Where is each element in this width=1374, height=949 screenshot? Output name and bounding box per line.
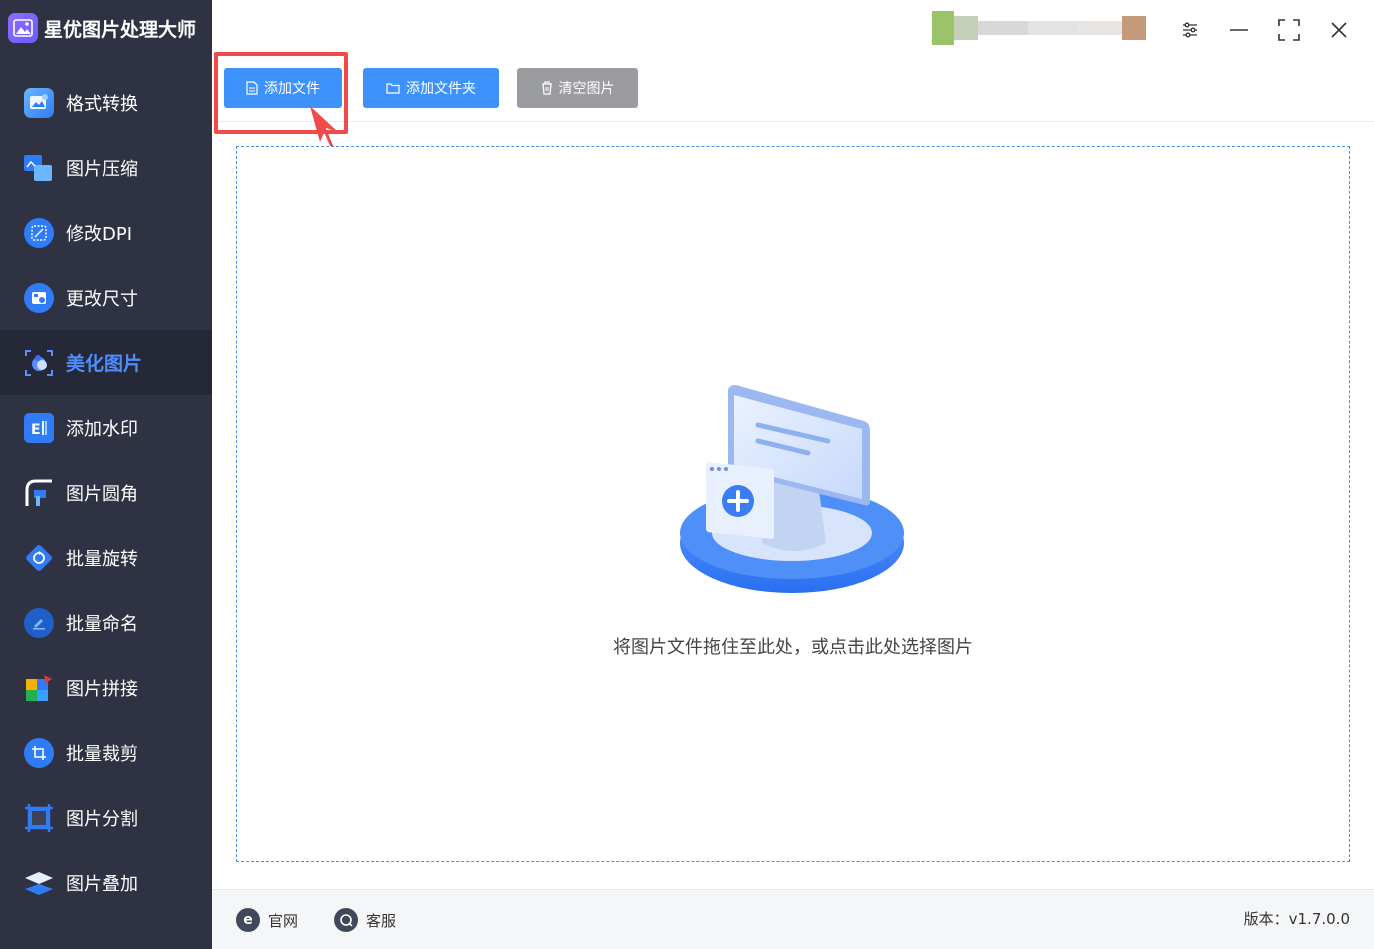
add-folder-button[interactable]: 添加文件夹 (363, 68, 499, 108)
close-icon[interactable] (1323, 14, 1355, 46)
dpi-icon (24, 217, 54, 248)
user-avatar-blurred[interactable] (932, 10, 1146, 46)
sidebar-item-puzzle[interactable]: 图片拼接 (0, 655, 212, 720)
add-folder-label: 添加文件夹 (406, 81, 476, 97)
sidebar-item-image-compress[interactable]: 图片压缩 (0, 135, 212, 200)
sidebar-item-label: 批量旋转 (66, 548, 138, 570)
sidebar-item-label: 图片拼接 (66, 678, 138, 700)
sidebar-item-label: 图片圆角 (66, 483, 138, 505)
sidebar-item-label: 修改DPI (66, 223, 133, 245)
crop-icon (24, 737, 54, 768)
resize-icon (24, 282, 54, 313)
sidebar-item-rename[interactable]: 批量命名 (0, 590, 212, 655)
minimize-icon[interactable] (1223, 14, 1255, 46)
layers-icon (24, 868, 54, 898)
watermark-icon: E (24, 412, 54, 443)
clear-images-label: 清空图片 (558, 81, 615, 97)
support-link[interactable]: 客服 (334, 908, 396, 932)
version-text: 版本：v1.7.0.0 (1243, 910, 1350, 928)
sidebar-item-split[interactable]: 图片分割 (0, 785, 212, 850)
sidebar-item-label: 图片分割 (66, 808, 138, 830)
sidebar-item-label: 美化图片 (66, 353, 143, 375)
puzzle-icon (24, 673, 54, 703)
sidebar-item-label: 图片压缩 (66, 158, 138, 180)
trash-icon (541, 81, 552, 95)
folder-icon (386, 83, 400, 94)
customer-service-icon (334, 908, 358, 932)
beautify-icon (24, 348, 54, 378)
toolbar: 添加文件 添加文件夹 清空图片 (212, 56, 1374, 122)
sidebar-item-layers[interactable]: 图片叠加 (0, 850, 212, 915)
rounded-corner-icon (24, 478, 54, 508)
sidebar-item-rounded-corner[interactable]: 图片圆角 (0, 460, 212, 525)
drop-hint-text: 将图片文件拖住至此处，或点击此处选择图片 (613, 637, 973, 658)
sidebar-item-resize[interactable]: 更改尺寸 (0, 265, 212, 330)
app-window: 星优图片处理大师 格式转换 图片压缩 修改DPI 更改尺寸 美化图片 E 添加水… (0, 0, 1374, 949)
image-compress-icon (24, 153, 54, 183)
sidebar-item-dpi[interactable]: 修改DPI (0, 200, 212, 265)
sidebar-item-label: 批量裁剪 (66, 743, 138, 765)
support-label: 客服 (366, 911, 397, 930)
footer: e 官网 客服 版本：v1.7.0.0 (212, 889, 1374, 949)
format-convert-icon (24, 87, 54, 118)
rotate-icon (24, 543, 54, 573)
clear-images-button[interactable]: 清空图片 (517, 68, 638, 108)
sidebar: 星优图片处理大师 格式转换 图片压缩 修改DPI 更改尺寸 美化图片 E 添加水… (0, 0, 212, 949)
browser-ie-icon: e (236, 908, 260, 932)
sidebar-nav: 格式转换 图片压缩 修改DPI 更改尺寸 美化图片 E 添加水印 图片圆角 批量… (0, 70, 212, 915)
maximize-icon[interactable] (1273, 14, 1305, 46)
sidebar-item-label: 批量命名 (66, 613, 138, 635)
app-title-bar: 星优图片处理大师 (0, 0, 212, 56)
sidebar-item-rotate[interactable]: 批量旋转 (0, 525, 212, 590)
settings-icon[interactable] (1174, 14, 1206, 46)
website-link[interactable]: e 官网 (236, 908, 298, 932)
sidebar-item-label: 添加水印 (66, 418, 138, 440)
computer-add-illustration-icon (680, 385, 904, 593)
sidebar-item-label: 格式转换 (66, 93, 138, 115)
drop-zone[interactable]: 将图片文件拖住至此处，或点击此处选择图片 (236, 146, 1350, 862)
sidebar-item-watermark[interactable]: E 添加水印 (0, 395, 212, 460)
website-label: 官网 (268, 911, 299, 930)
app-title: 星优图片处理大师 (44, 18, 197, 41)
sidebar-item-format-convert[interactable]: 格式转换 (0, 70, 212, 135)
rename-icon (24, 607, 54, 638)
sidebar-item-label: 图片叠加 (66, 873, 138, 895)
sidebar-item-crop[interactable]: 批量裁剪 (0, 720, 212, 785)
sidebar-item-label: 更改尺寸 (66, 288, 138, 310)
split-icon (24, 803, 54, 833)
app-logo-icon (8, 13, 38, 43)
sidebar-item-beautify[interactable]: 美化图片 (0, 330, 212, 395)
svg-text:E: E (31, 422, 41, 438)
